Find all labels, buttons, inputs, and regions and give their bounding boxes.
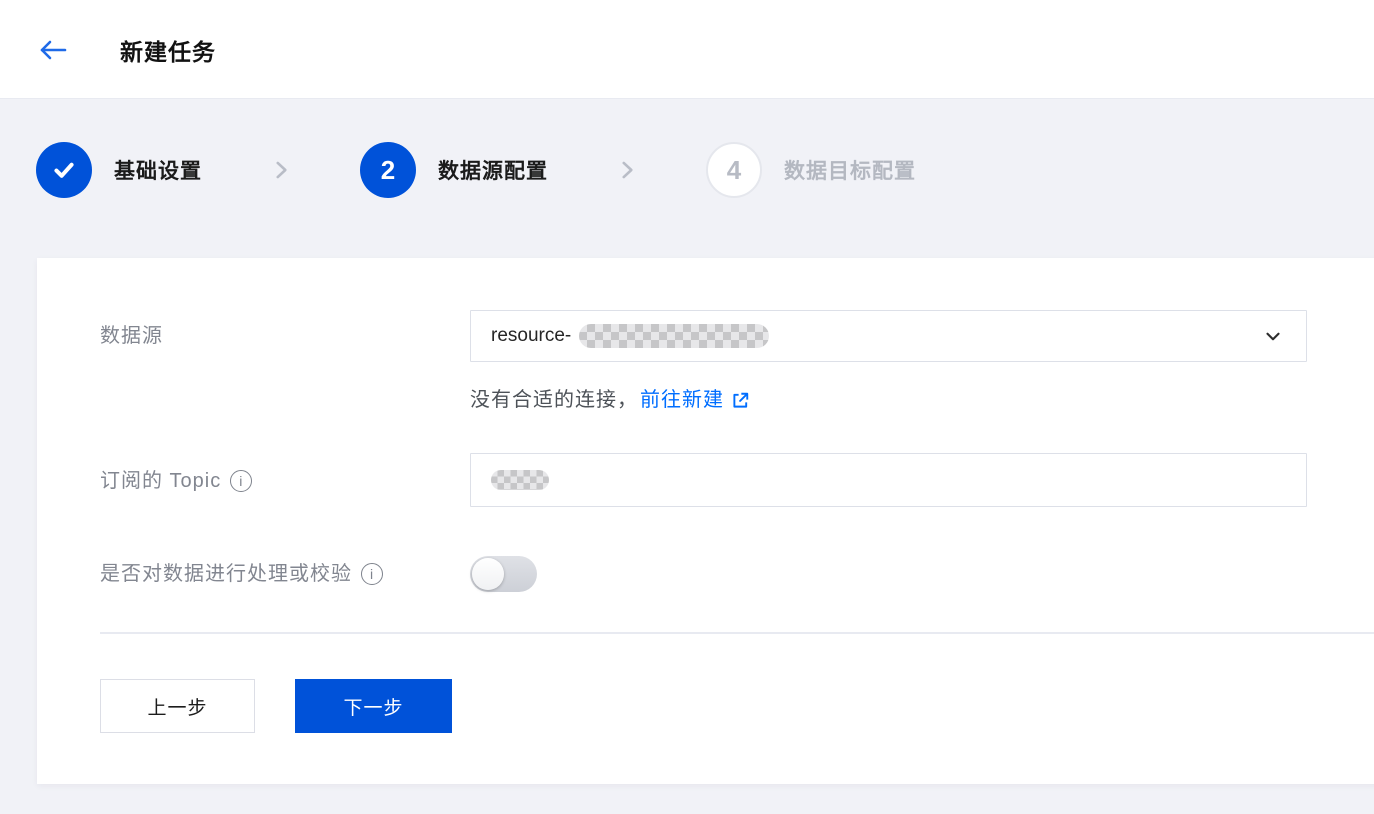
process-label: 是否对数据进行处理或校验 i <box>100 560 383 588</box>
step-label: 数据目标配置 <box>784 160 916 183</box>
previous-step-button[interactable]: 上一步 <box>100 679 255 733</box>
datasource-help-line: 没有合适的连接， 前往新建 <box>470 386 750 414</box>
chevron-right-icon <box>268 157 294 183</box>
form-divider <box>100 632 1374 634</box>
step-number: 4 <box>706 142 762 198</box>
info-icon[interactable]: i <box>230 470 253 492</box>
datasource-label: 数据源 <box>100 322 163 350</box>
help-text: 没有合适的连接， <box>470 389 638 411</box>
step-basic-settings[interactable]: 基础设置 <box>36 142 202 198</box>
create-connection-link-text: 前往新建 <box>640 389 724 411</box>
step-number: 2 <box>360 142 416 198</box>
form-card: 数据源 resource- 没有合适的连接， 前往新建 订阅的 Topic i … <box>37 258 1374 784</box>
process-toggle-switch[interactable] <box>470 556 537 592</box>
step-label: 数据源配置 <box>438 160 548 183</box>
next-step-button[interactable]: 下一步 <box>295 679 452 733</box>
arrow-left-icon <box>38 38 68 62</box>
datasource-value-prefix: resource- <box>491 325 572 346</box>
page-title: 新建任务 <box>120 38 216 65</box>
process-label-text: 是否对数据进行处理或校验 <box>100 563 352 585</box>
datasource-label-text: 数据源 <box>100 325 163 347</box>
chevron-down-icon <box>1262 325 1284 347</box>
chevron-right-icon <box>614 157 640 183</box>
step-datasource-config[interactable]: 2 数据源配置 <box>360 142 548 198</box>
toggle-knob <box>472 558 504 590</box>
back-button[interactable] <box>36 0 70 99</box>
datasource-select[interactable]: resource- <box>470 310 1307 362</box>
topic-input[interactable] <box>470 453 1307 507</box>
redacted-value-mosaic <box>491 470 549 490</box>
create-connection-link[interactable]: 前往新建 <box>640 386 750 414</box>
datasource-select-value: resource- <box>491 324 770 348</box>
info-icon[interactable]: i <box>361 563 383 585</box>
step-target-config[interactable]: 4 数据目标配置 <box>706 142 916 198</box>
redacted-value-mosaic <box>579 324 770 348</box>
page-header: 新建任务 <box>0 0 1374 99</box>
step-label: 基础设置 <box>114 160 202 183</box>
external-link-icon <box>731 391 750 410</box>
step-wizard: 基础设置 2 数据源配置 4 数据目标配置 <box>36 142 916 198</box>
topic-label: 订阅的 Topic i <box>100 467 253 495</box>
topic-label-text: 订阅的 Topic <box>100 470 222 492</box>
step-done-check-icon <box>36 142 92 198</box>
